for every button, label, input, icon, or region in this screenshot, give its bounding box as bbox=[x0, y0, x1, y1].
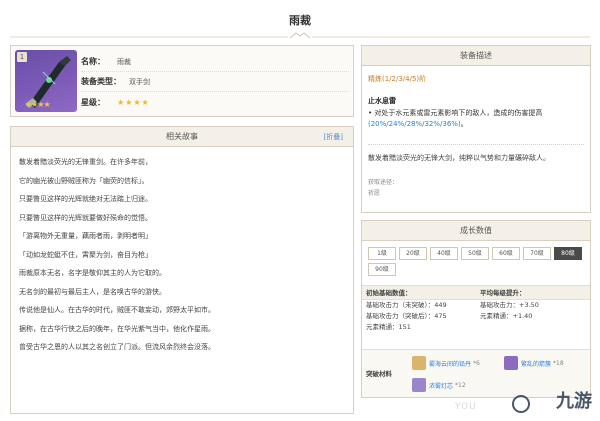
material-name: 繁乱的箭簇 bbox=[521, 360, 552, 368]
passive-suffix: 。 bbox=[460, 120, 468, 128]
materials-label: 突破材料 bbox=[366, 370, 392, 378]
brand-watermark: 九游 bbox=[556, 391, 592, 412]
field-value: 双手剑 bbox=[129, 77, 150, 86]
field-rarity: 星级： ★★★★ bbox=[81, 92, 349, 112]
description-body: 精炼(1/2/3/4/5)阶 止水息雷 • 对处于水元素或雷元素影响下的敌人，造… bbox=[362, 66, 590, 205]
story-body: 散发着黯淡荧光的无锋重剑。在许多年前， 它的幽光被山野贼匪称为「幽荧的信标」。 … bbox=[11, 147, 353, 363]
brand-logo-icon bbox=[512, 395, 530, 413]
level-tab[interactable]: 50级 bbox=[461, 247, 489, 260]
field-type: 装备类型： 双手剑 bbox=[81, 72, 349, 92]
field-label: 装备类型： bbox=[81, 77, 121, 86]
field-name: 名称： 雨裁 bbox=[81, 52, 349, 72]
level-tab[interactable]: 20级 bbox=[399, 247, 427, 260]
growth-panel: 成长数值 1级 20级 40级 50级 60级 70级 80级 90级 初始基础… bbox=[361, 220, 591, 398]
refine-levels: 精炼(1/2/3/4/5)阶 bbox=[368, 75, 427, 83]
level-tab[interactable]: 60级 bbox=[492, 247, 520, 260]
passive-values: (20%/24%/28%/32%/36%) bbox=[368, 120, 461, 128]
material-item[interactable]: 雾海云间的铅丹 *6 bbox=[412, 356, 480, 370]
rarity-stars: ★★★★ bbox=[117, 97, 150, 107]
material-name: 雾海云间的铅丹 bbox=[429, 360, 472, 368]
material-name: 浓雾灯芯 bbox=[429, 382, 454, 390]
image-stars: ★★★★ bbox=[25, 100, 51, 109]
field-value: 雨裁 bbox=[117, 57, 131, 66]
growth-header: 成长数值 bbox=[362, 221, 590, 241]
passive-text: • 对处于水元素或雷元素影响下的敌人，造成的伤害提高 (20%/24%/28%/3… bbox=[368, 108, 584, 130]
story-line: 「游离物外无重量，藕雨者雨，剥明者明」 bbox=[19, 232, 152, 240]
stat-line: 基础攻击力（突破后）：475 bbox=[366, 312, 447, 320]
per-level-heading: 平均每级提升： bbox=[480, 289, 526, 297]
story-title: 相关故事 bbox=[166, 132, 198, 141]
per-level-stats: 基础攻击力：+3.50 元素精通：+1.40 bbox=[476, 300, 590, 333]
material-item[interactable]: 浓雾灯芯 *12 bbox=[412, 378, 466, 392]
level-tab[interactable]: 70级 bbox=[523, 247, 551, 260]
story-line: 它的幽光被山野贼匪称为「幽荧的信标」。 bbox=[19, 176, 149, 185]
material-icon bbox=[412, 378, 426, 392]
field-label: 名称： bbox=[81, 57, 105, 66]
stat-line: 元素精通：151 bbox=[366, 323, 411, 331]
material-qty: *6 bbox=[473, 359, 480, 367]
base-stats-heading: 初始基础数值： bbox=[366, 289, 412, 297]
material-icon bbox=[412, 356, 426, 370]
title-ornament bbox=[10, 32, 590, 39]
story-line: 据称，在古华行侠之后的晚年，在华光紫气当中，他化作星雨。 bbox=[19, 324, 215, 333]
story-line: 只要瞥见这样的光辉就要做好殒命的觉悟。 bbox=[19, 213, 152, 222]
weapon-image: 1 ★★★★ bbox=[15, 50, 77, 112]
faded-watermark: YOU bbox=[455, 402, 477, 412]
weapon-fields: 名称： 雨裁 装备类型： 双手剑 星级： ★★★★ bbox=[81, 52, 349, 112]
story-line: 散发着黯淡荧光的无锋重剑。在许多年前， bbox=[19, 158, 152, 166]
acquisition-value: 祈愿 bbox=[368, 190, 381, 197]
level-tabs: 1级 20级 40级 50级 60级 70级 80级 90级 bbox=[362, 241, 590, 276]
material-icon bbox=[504, 356, 518, 370]
acquisition-label: 获取途径： bbox=[368, 179, 399, 186]
level-tab[interactable]: 1级 bbox=[368, 247, 396, 260]
stat-line: 基础攻击力：+3.50 bbox=[480, 301, 539, 309]
stats-row: 基础攻击力（未突破）：449 基础攻击力（突破后）：475 元素精通：151 基… bbox=[362, 300, 590, 333]
level-tab[interactable]: 40级 bbox=[430, 247, 458, 260]
base-stats: 基础攻击力（未突破）：449 基础攻击力（突破后）：475 元素精通：151 bbox=[362, 300, 476, 333]
passive-prefix: • 对处于水元素或雷元素影响下的敌人，造成的伤害提高 bbox=[368, 109, 543, 117]
story-line: 「动如龙蛇蜓不住，霄聚为剑，奋目为枪」 bbox=[19, 250, 152, 259]
collapse-link[interactable]: [折叠] bbox=[324, 127, 343, 147]
story-panel: 相关故事 [折叠] 散发着黯淡荧光的无锋重剑。在许多年前， 它的幽光被山野贼匪称… bbox=[10, 126, 354, 414]
description-panel: 装备描述 精炼(1/2/3/4/5)阶 止水息雷 • 对处于水元素或雷元素影响下… bbox=[361, 45, 591, 213]
story-header: 相关故事 [折叠] bbox=[11, 127, 353, 147]
stat-line: 基础攻击力（未突破）：449 bbox=[366, 301, 447, 309]
stats-header: 初始基础数值： 平均每级提升： bbox=[362, 285, 590, 300]
weapon-card: 1 ★★★★ 名称： 雨裁 装备类型： 双手剑 星级： ★★★★ bbox=[10, 45, 354, 117]
stat-line: 元素精通：+1.40 bbox=[480, 312, 533, 320]
passive-name: 止水息雷 bbox=[368, 97, 396, 105]
page-title: 雨裁 bbox=[289, 14, 311, 27]
stats-table: 初始基础数值： 平均每级提升： 基础攻击力（未突破）：449 基础攻击力（突破后… bbox=[362, 285, 590, 333]
material-item[interactable]: 繁乱的箭簇 *18 bbox=[504, 356, 564, 370]
description-header: 装备描述 bbox=[362, 46, 590, 66]
field-label: 星级： bbox=[81, 97, 105, 107]
material-qty: *18 bbox=[553, 359, 564, 367]
story-line: 只要瞥见这样的光辉就绝对无法踏上归途。 bbox=[19, 195, 152, 203]
level-tab-active[interactable]: 80级 bbox=[554, 247, 582, 260]
story-line: 传说他是仙人。在古华的时代，贼匪不敢妄动，郊野太平如市。 bbox=[19, 306, 215, 314]
story-line: 曾受古华之恩的人以其之名创立了门派。但流风余烈终会没落。 bbox=[19, 343, 215, 351]
material-qty: *12 bbox=[455, 381, 466, 389]
divider bbox=[368, 144, 584, 145]
story-line: 雨裁原本无名，名字是敬仰其主的人为它取的。 bbox=[19, 269, 166, 277]
level-tab[interactable]: 90级 bbox=[368, 263, 396, 276]
flavor-text: 散发着黯淡荧光的无锋大剑，纯粹以气势和力量碾碎敌人。 bbox=[368, 154, 550, 162]
story-line: 无名剑的最初与最后主人，是名唤古华的游侠。 bbox=[19, 287, 166, 296]
